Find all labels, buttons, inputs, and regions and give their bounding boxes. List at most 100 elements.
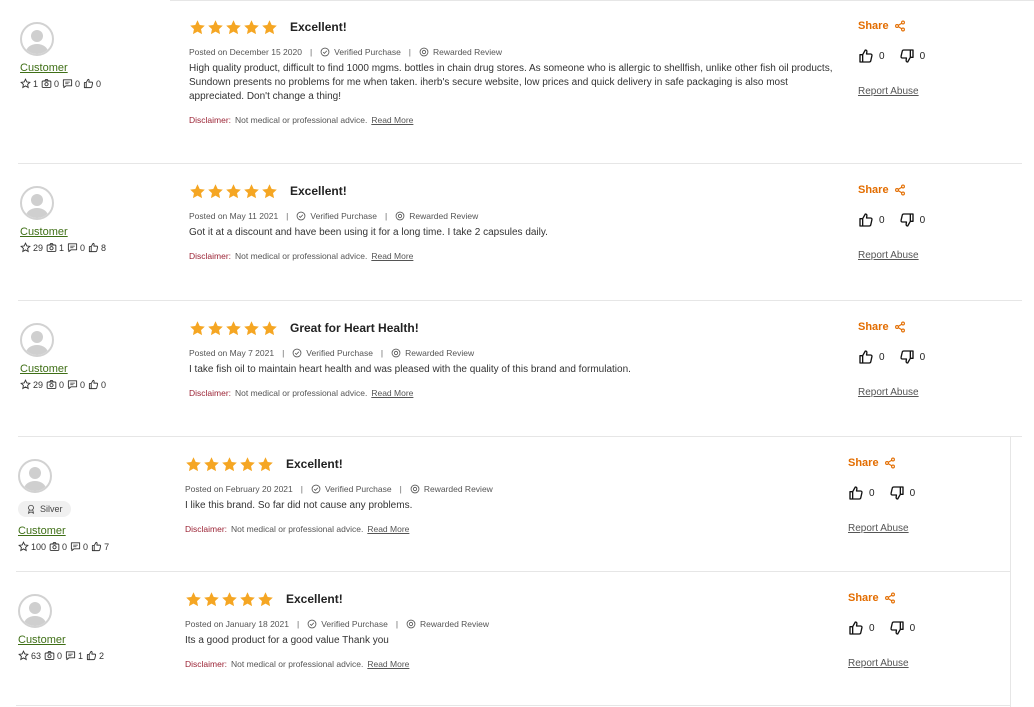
reviewer-star-count: 100	[31, 541, 47, 552]
verified-purchase-label: Verified Purchase	[321, 619, 388, 629]
user-badge: Silver	[18, 501, 71, 517]
rating-star-icon	[221, 456, 238, 473]
disclaimer-text: Not medical or professional advice.	[235, 388, 368, 398]
star-outline-icon	[20, 242, 33, 253]
thumbs-up-icon	[91, 541, 104, 552]
avatar[interactable]	[18, 459, 52, 493]
posted-prefix: Posted on	[189, 348, 228, 358]
share-button[interactable]: Share	[858, 20, 925, 32]
verified-check-icon	[292, 348, 306, 358]
rating-star-icon	[239, 456, 256, 473]
review-content: Excellent! Posted on January 18 2021 | V…	[185, 590, 835, 669]
thumbs-up-icon	[848, 485, 869, 501]
review-item: Silver Customer 100 0 0 7 Excellent! Pos…	[0, 437, 1034, 572]
review-title: Excellent!	[286, 592, 343, 606]
verified-check-icon	[320, 47, 334, 57]
not-helpful-button[interactable]: 0	[899, 212, 925, 228]
thumbs-down-icon	[899, 48, 920, 64]
helpful-button[interactable]: 0	[848, 620, 875, 636]
disclaimer-label: Disclaimer:	[185, 524, 228, 534]
share-icon	[889, 321, 906, 333]
reviewer-name-link[interactable]: Customer	[18, 525, 112, 537]
rating-star-icon	[257, 591, 274, 608]
camera-icon	[46, 379, 59, 390]
helpful-button[interactable]: 0	[858, 349, 885, 365]
review-text: I take fish oil to maintain heart health…	[189, 364, 631, 375]
read-more-link[interactable]: Read More	[371, 388, 413, 398]
reviewer-name-link[interactable]: Customer	[20, 363, 109, 375]
reviewer-name-link[interactable]: Customer	[18, 634, 107, 646]
helpful-button[interactable]: 0	[858, 212, 885, 228]
read-more-link[interactable]: Read More	[367, 524, 409, 534]
rating-star-icon	[225, 320, 242, 337]
avatar[interactable]	[20, 22, 54, 56]
review-actions: Share 0 0 Report Abuse	[858, 20, 925, 97]
report-abuse-link[interactable]: Report Abuse	[848, 523, 915, 534]
star-outline-icon	[20, 379, 33, 390]
review-title: Excellent!	[290, 20, 347, 34]
reviewer-photo-count: 0	[57, 650, 63, 661]
helpful-votes: 0 0	[848, 485, 915, 501]
reviewer-name-link[interactable]: Customer	[20, 226, 109, 238]
read-more-link[interactable]: Read More	[371, 251, 413, 261]
rating-star-icon	[207, 19, 224, 36]
helpful-button[interactable]: 0	[858, 48, 885, 64]
review-actions: Share 0 0 Report Abuse	[848, 592, 915, 669]
share-button[interactable]: Share	[848, 457, 915, 469]
report-abuse-link[interactable]: Report Abuse	[858, 86, 925, 97]
not-helpful-button[interactable]: 0	[889, 620, 915, 636]
rating-star-icon	[257, 456, 274, 473]
review-date: December 15 2020	[229, 47, 302, 57]
review-actions: Share 0 0 Report Abuse	[858, 184, 925, 261]
review-meta: Posted on January 18 2021 | Verified Pur…	[185, 619, 490, 629]
reviewer-info: Customer 29 1 0 8	[20, 186, 109, 253]
reviewer-stats: 29 1 0 8	[20, 242, 109, 253]
not-helpful-button[interactable]: 0	[899, 349, 925, 365]
review-title: Excellent!	[286, 457, 343, 471]
reviewer-like-count: 8	[101, 242, 107, 253]
helpful-votes: 0 0	[858, 212, 925, 228]
helpful-count: 0	[879, 50, 885, 62]
report-abuse-link[interactable]: Report Abuse	[848, 658, 915, 669]
disclaimer-label: Disclaimer:	[185, 659, 228, 669]
reviewer-star-count: 1	[33, 78, 39, 89]
report-abuse-link[interactable]: Report Abuse	[858, 250, 925, 261]
helpful-votes: 0 0	[858, 349, 925, 365]
review-text: High quality product, difficult to find …	[189, 63, 833, 102]
avatar[interactable]	[18, 594, 52, 628]
not-helpful-button[interactable]: 0	[899, 48, 925, 64]
avatar[interactable]	[20, 323, 54, 357]
share-button[interactable]: Share	[848, 592, 915, 604]
rating-star-icon	[225, 19, 242, 36]
rating-star-icon	[189, 183, 206, 200]
review-item: Customer 63 0 1 2 Excellent! Posted on J…	[0, 572, 1034, 707]
review-date: February 20 2021	[225, 484, 293, 494]
avatar[interactable]	[20, 186, 54, 220]
review-meta: Posted on May 7 2021 | Verified Purchase…	[189, 348, 475, 358]
comment-icon	[70, 541, 83, 552]
rewarded-icon	[419, 47, 433, 57]
rating-star-icon	[243, 19, 260, 36]
disclaimer: Disclaimer: Not medical or professional a…	[185, 659, 835, 669]
rating-stars	[185, 591, 274, 608]
helpful-button[interactable]: 0	[848, 485, 875, 501]
star-outline-icon	[18, 650, 31, 661]
reviewer-info: Customer 1 0 0 0	[20, 22, 104, 89]
review-content: Excellent! Posted on December 15 2020 | …	[189, 18, 839, 125]
thumbs-up-icon	[86, 650, 99, 661]
rating-star-icon	[189, 320, 206, 337]
rating-star-icon	[261, 19, 278, 36]
read-more-link[interactable]: Read More	[371, 115, 413, 125]
thumbs-up-icon	[848, 620, 869, 636]
review-date: May 11 2021	[229, 211, 279, 221]
reviewer-like-count: 7	[104, 541, 110, 552]
report-abuse-link[interactable]: Report Abuse	[858, 387, 925, 398]
read-more-link[interactable]: Read More	[367, 659, 409, 669]
share-button[interactable]: Share	[858, 184, 925, 196]
reviewer-name-link[interactable]: Customer	[20, 62, 104, 74]
reviewer-stats: 100 0 0 7	[18, 541, 112, 552]
share-button[interactable]: Share	[858, 321, 925, 333]
not-helpful-button[interactable]: 0	[889, 485, 915, 501]
camera-icon	[41, 78, 54, 89]
review-text: Its a good product for a good value Than…	[185, 635, 389, 646]
